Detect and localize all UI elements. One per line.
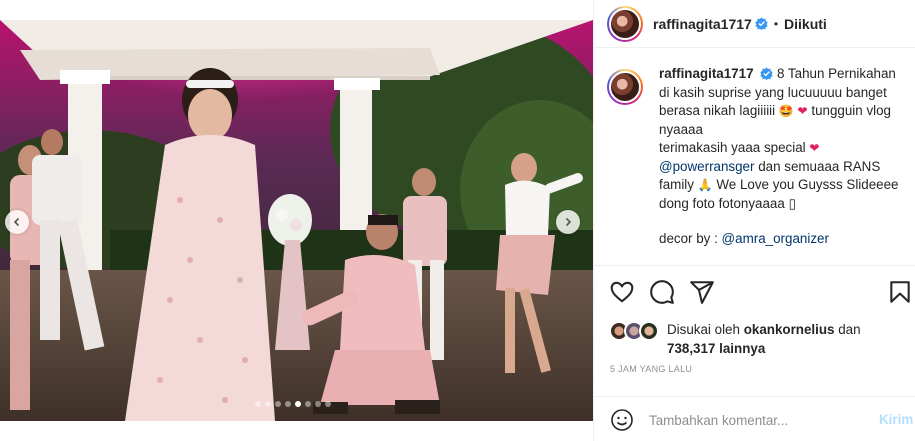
- post-photo: [0, 20, 593, 421]
- star-eyes-emoji: 🤩: [778, 104, 794, 118]
- save-button[interactable]: [887, 279, 913, 305]
- heart-emoji: ❤: [797, 104, 808, 118]
- heart-emoji: ❤: [809, 141, 820, 155]
- slide-dot: [315, 401, 321, 407]
- decor-label: decor by :: [659, 231, 718, 246]
- share-button[interactable]: [689, 279, 715, 305]
- likes-suffix[interactable]: lainnya: [719, 341, 765, 356]
- follow-status-button[interactable]: Diikuti: [784, 16, 827, 32]
- likes-text: Disukai oleh okankornelius dan 738,317 l…: [667, 320, 861, 358]
- emoji-smiley-icon[interactable]: [610, 408, 634, 432]
- previous-slide-button[interactable]: [5, 210, 29, 234]
- comment-input[interactable]: [649, 410, 854, 430]
- chevron-left-icon: [13, 217, 20, 227]
- slide-dot: [265, 401, 271, 407]
- next-slide-button[interactable]: [556, 210, 580, 234]
- liker-avatars[interactable]: [609, 321, 663, 341]
- likes-prefix: Disukai oleh: [667, 322, 740, 337]
- post-caption: raffinagita1717 8 Tahun Pernikahan di ka…: [607, 65, 907, 249]
- likes-summary: Disukai oleh okankornelius dan 738,317 l…: [609, 318, 909, 358]
- slide-dot: [295, 401, 301, 407]
- post-header: raffinagita1717 • Diikuti: [594, 0, 915, 48]
- slide-dot: [305, 401, 311, 407]
- chevron-right-icon: [565, 217, 572, 227]
- post-actions: [594, 265, 915, 315]
- caption-username[interactable]: raffinagita1717: [659, 66, 754, 81]
- comment-bar: Kirim: [594, 396, 915, 441]
- caption-text: raffinagita1717 8 Tahun Pernikahan di ka…: [659, 65, 907, 249]
- post-media[interactable]: [0, 20, 593, 421]
- verified-badge-icon: [760, 67, 773, 80]
- caption-line2: terimakasih yaaa special: [659, 140, 806, 155]
- slide-dot: [275, 401, 281, 407]
- author-avatar[interactable]: [607, 5, 643, 42]
- slide-dot: [285, 401, 291, 407]
- mention-link[interactable]: @powerransger: [659, 159, 754, 174]
- bookmark-icon: [890, 281, 910, 303]
- liker-username[interactable]: okankornelius: [744, 322, 835, 337]
- slide-indicator: [255, 401, 331, 407]
- like-button[interactable]: [609, 279, 635, 305]
- likes-count[interactable]: 738,317: [667, 341, 715, 356]
- post-timestamp[interactable]: 5 JAM YANG LALU: [610, 364, 692, 374]
- avatar: [639, 321, 659, 341]
- author-username[interactable]: raffinagita1717: [653, 16, 752, 32]
- slide-dot: [325, 401, 331, 407]
- caption-line3-end: We Love you Guysss Slideeee dong foto fo…: [659, 177, 899, 211]
- likes-and: dan: [838, 322, 861, 337]
- mention-link[interactable]: @amra_organizer: [722, 231, 829, 246]
- post-details-panel: raffinagita1717 • Diikuti raffinagita171…: [593, 0, 915, 441]
- comment-button[interactable]: [649, 279, 675, 305]
- heart-icon: [610, 281, 634, 303]
- caption-author-avatar[interactable]: [607, 69, 643, 105]
- comment-icon: [650, 280, 674, 304]
- pray-emoji: 🙏: [697, 178, 713, 192]
- caption-trailing-glyph: ▯: [788, 195, 796, 211]
- share-icon: [690, 281, 714, 304]
- decor-credit: decor by : @amra_organizer: [659, 230, 907, 249]
- header-separator: •: [773, 16, 779, 31]
- slide-dot: [255, 401, 261, 407]
- send-comment-button[interactable]: Kirim: [879, 412, 913, 427]
- verified-badge-icon: [755, 17, 768, 30]
